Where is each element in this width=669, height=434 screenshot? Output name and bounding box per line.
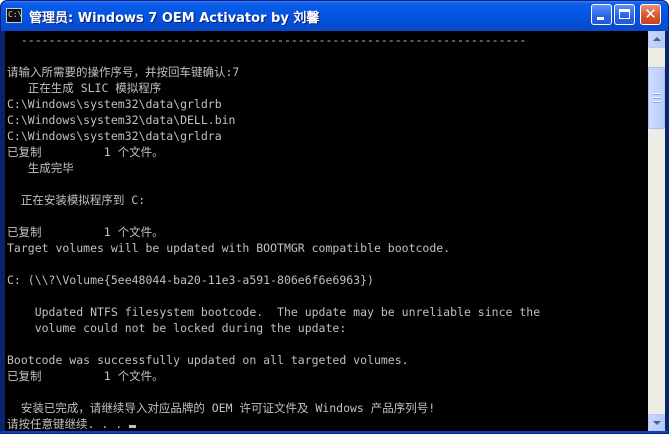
close-button[interactable]: ✕ — [640, 4, 661, 25]
console-line: C:\Windows\system32\data\grldrb — [7, 97, 222, 111]
grip-line-icon — [653, 93, 661, 95]
console-line: C:\Windows\system32\data\DELL.bin — [7, 113, 236, 127]
console-line: 已复制 1 个文件。 — [7, 225, 164, 239]
scroll-up-button[interactable] — [648, 31, 665, 48]
grip-line-icon — [653, 97, 661, 99]
console-line: 正在安装模拟程序到 C: — [7, 193, 146, 207]
title-bar[interactable]: C:\ 管理员: Windows 7 OEM Activator by 刘馨 ✕ — [1, 1, 668, 31]
maximize-icon — [619, 9, 630, 19]
text-cursor — [129, 425, 137, 428]
vertical-scrollbar[interactable] — [648, 31, 665, 431]
scroll-thumb[interactable] — [648, 67, 665, 129]
console-line: 已复制 1 个文件。 — [7, 145, 164, 159]
console-line: volume could not be locked during the up… — [7, 321, 347, 335]
console-line: C:\Windows\system32\data\grldra — [7, 129, 222, 143]
close-icon: ✕ — [644, 5, 657, 23]
console-line: Bootcode was successfully updated on all… — [7, 353, 409, 367]
console-line: Target volumes will be updated with BOOT… — [7, 241, 451, 255]
minimize-button[interactable] — [591, 4, 612, 25]
console-window: C:\ 管理员: Windows 7 OEM Activator by 刘馨 ✕… — [0, 0, 669, 434]
console-line: ----------------------------------------… — [7, 33, 527, 47]
console-app-icon[interactable]: C:\ — [6, 8, 22, 23]
console-line: 请按任意键继续. . . — [7, 416, 540, 431]
grip-line-icon — [653, 101, 661, 103]
console-line: C: (\\?\Volume{5ee48044-ba20-11e3-a591-8… — [7, 273, 374, 287]
console-line: 正在生成 SLIC 模拟程序 — [7, 81, 162, 95]
console-output[interactable]: ----------------------------------------… — [5, 31, 648, 431]
down-arrow-icon — [653, 421, 661, 425]
console-line: 生成完毕 — [7, 161, 74, 175]
console-line: 安装已完成，请继续导入对应品牌的 OEM 许可证文件及 Windows 产品序列… — [7, 401, 436, 415]
scroll-down-button[interactable] — [648, 414, 665, 431]
console-line: Updated NTFS filesystem bootcode. The up… — [7, 305, 541, 319]
console-line: 已复制 1 个文件。 — [7, 369, 164, 383]
maximize-button[interactable] — [614, 4, 635, 25]
console-line: 请输入所需要的操作序号，并按回车键确认:7 — [7, 65, 240, 79]
window-title: 管理员: Windows 7 OEM Activator by 刘馨 — [29, 11, 320, 26]
up-arrow-icon — [653, 37, 661, 41]
console-text: ----------------------------------------… — [7, 32, 540, 431]
minimize-icon — [597, 17, 604, 20]
